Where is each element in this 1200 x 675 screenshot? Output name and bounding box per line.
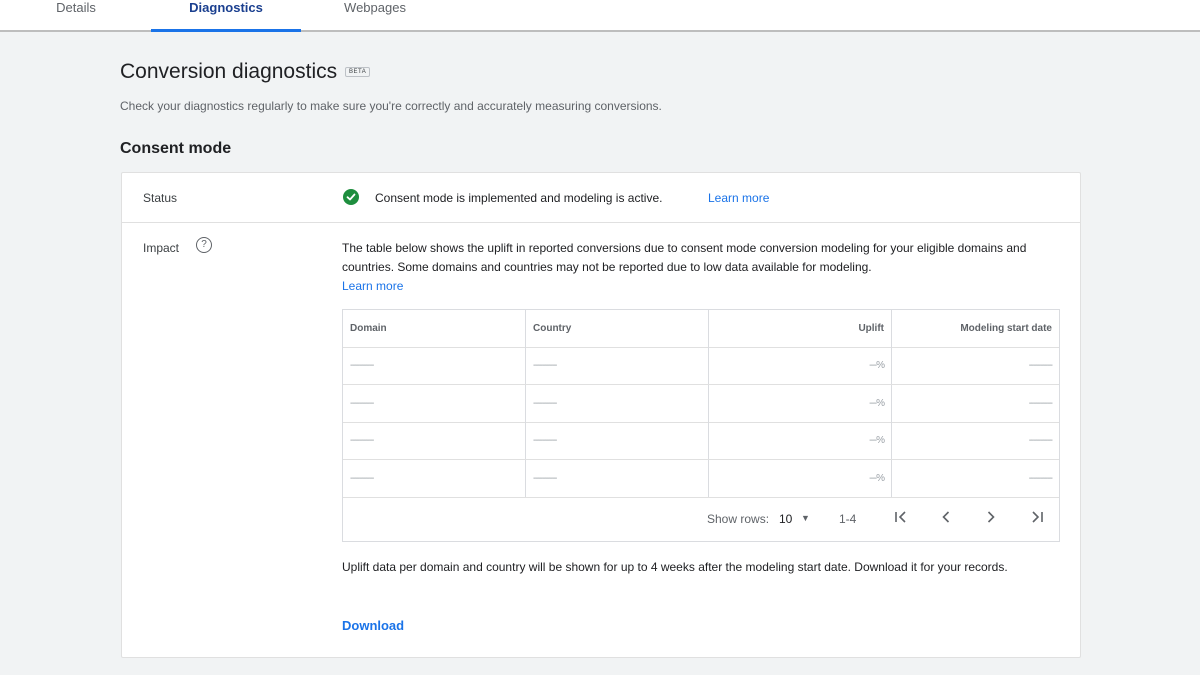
cell-uplift: ---% — [708, 385, 891, 422]
tab-bar: Details Diagnostics Webpages — [0, 0, 1200, 32]
card-divider — [122, 222, 1080, 223]
beta-badge: BETA — [345, 67, 371, 77]
cell-domain: ---------- — [350, 360, 374, 371]
page-range: 1-4 — [839, 512, 857, 526]
impact-learn-more-link[interactable]: Learn more — [342, 277, 1062, 296]
table-row: ---------- ---------- ---% ---------- — [343, 385, 1059, 423]
section-title-consent-mode: Consent mode — [120, 140, 232, 157]
cell-country: ---------- — [525, 422, 708, 459]
uplift-footer-note: Uplift data per domain and country will … — [342, 560, 1008, 574]
download-link[interactable]: Download — [342, 618, 404, 633]
rows-per-page-select[interactable]: 10 — [779, 512, 792, 526]
tab-diagnostics-label: Diagnostics — [189, 0, 263, 15]
cell-modeling-start-date: ---------- — [891, 460, 1059, 497]
header-country[interactable]: Country — [525, 310, 708, 347]
cell-country: ---------- — [525, 460, 708, 497]
cell-modeling-start-date: ---------- — [891, 422, 1059, 459]
tab-webpages[interactable]: Webpages — [320, 0, 430, 30]
cell-domain: ---------- — [350, 398, 374, 409]
cell-uplift: ---% — [708, 422, 891, 459]
table-header-row: Domain Country Uplift Modeling start dat… — [343, 310, 1059, 348]
cell-modeling-start-date: ---------- — [891, 347, 1059, 384]
cell-uplift: ---% — [708, 460, 891, 497]
dropdown-caret-icon[interactable]: ▼ — [801, 513, 810, 523]
page-title: Conversion diagnostics — [120, 60, 338, 83]
status-label: Status — [143, 191, 178, 205]
status-learn-more-link[interactable]: Learn more — [708, 191, 769, 205]
cell-domain: ---------- — [350, 473, 374, 484]
tab-details-label: Details — [56, 0, 96, 15]
cell-country: ---------- — [525, 347, 708, 384]
last-page-icon[interactable] — [1024, 507, 1050, 533]
header-modeling-start-date[interactable]: Modeling start date — [891, 310, 1059, 347]
uplift-table: Domain Country Uplift Modeling start dat… — [342, 309, 1060, 542]
show-rows-label: Show rows: — [707, 512, 770, 526]
cell-country: ---------- — [525, 385, 708, 422]
table-row: ---------- ---------- ---% ---------- — [343, 422, 1059, 460]
table-row: ---------- ---------- ---% ---------- — [343, 460, 1059, 498]
first-page-icon[interactable] — [888, 507, 914, 533]
impact-label: Impact — [143, 241, 180, 255]
tab-details[interactable]: Details — [30, 0, 122, 30]
status-text: Consent mode is implemented and modeling… — [375, 191, 663, 205]
check-circle-icon — [343, 189, 359, 205]
tab-diagnostics[interactable]: Diagnostics — [151, 0, 301, 32]
impact-description-text: The table below shows the uplift in repo… — [342, 241, 1027, 274]
cell-uplift: ---% — [708, 347, 891, 384]
cell-domain: ---------- — [350, 435, 374, 446]
help-icon[interactable]: ? — [196, 237, 212, 253]
tab-webpages-label: Webpages — [344, 0, 406, 15]
previous-page-icon[interactable] — [933, 507, 959, 533]
table-row: ---------- ---------- ---% ---------- — [343, 347, 1059, 385]
impact-description: The table below shows the uplift in repo… — [342, 239, 1062, 296]
page-subtitle: Check your diagnostics regularly to make… — [120, 99, 662, 113]
header-uplift[interactable]: Uplift — [708, 310, 891, 347]
cell-modeling-start-date: ---------- — [891, 385, 1059, 422]
header-domain[interactable]: Domain — [343, 310, 525, 347]
consent-mode-card: Status Consent mode is implemented and m… — [121, 172, 1081, 658]
table-pagination: Show rows: 10 ▼ 1-4 — [343, 498, 1059, 541]
next-page-icon[interactable] — [978, 507, 1004, 533]
